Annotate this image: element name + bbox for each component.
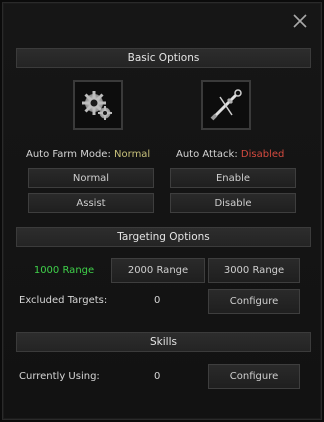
excluded-targets-label: Excluded Targets:: [19, 295, 108, 306]
targeting-options-header: Targeting Options: [16, 227, 311, 247]
basic-options-header: Basic Options: [16, 48, 311, 68]
currently-using-count: 0: [154, 371, 161, 382]
gears-icon: [82, 91, 112, 120]
auto-farm-icon-box: [73, 80, 123, 130]
skills-configure-label: Configure: [229, 371, 279, 382]
auto-farm-mode-text: Auto Farm Mode:: [26, 149, 111, 160]
range-2000-button[interactable]: 2000 Range: [111, 258, 205, 283]
skills-header: Skills: [16, 332, 311, 352]
excluded-targets-count: 0: [154, 295, 161, 306]
skills-configure-button[interactable]: Configure: [208, 364, 300, 389]
auto-attack-label: Auto Attack: Disabled: [176, 149, 284, 160]
assist-button-label: Assist: [76, 197, 106, 209]
targeting-options-title: Targeting Options: [117, 231, 210, 243]
auto-farm-mode-value: Normal: [114, 149, 151, 160]
skills-title: Skills: [150, 336, 177, 348]
normal-button-label: Normal: [72, 172, 110, 184]
auto-attack-text: Auto Attack:: [176, 149, 238, 160]
close-button[interactable]: [291, 12, 309, 30]
currently-using-label: Currently Using:: [19, 371, 100, 382]
close-icon: [293, 14, 307, 28]
auto-attack-icon-box: [201, 80, 251, 130]
enable-button[interactable]: Enable: [170, 168, 296, 188]
range-1000-button[interactable]: 1000 Range: [18, 258, 110, 283]
normal-button[interactable]: Normal: [28, 168, 154, 188]
auto-attack-value: Disabled: [240, 149, 285, 160]
disable-button-label: Disable: [214, 197, 252, 209]
targeting-configure-button[interactable]: Configure: [208, 289, 300, 314]
assist-button[interactable]: Assist: [28, 193, 154, 213]
range-2000-label: 2000 Range: [127, 265, 189, 276]
disable-button[interactable]: Disable: [170, 193, 296, 213]
basic-options-title: Basic Options: [127, 52, 200, 64]
enable-button-label: Enable: [215, 172, 251, 184]
auto-farm-window: Basic Options Auto Farm Mode: Normal Aut…: [2, 2, 322, 420]
sword-icon: [210, 89, 242, 121]
range-3000-button[interactable]: 3000 Range: [208, 258, 300, 283]
range-1000-label: 1000 Range: [33, 265, 95, 276]
auto-farm-mode-label: Auto Farm Mode: Normal: [26, 149, 150, 160]
range-3000-label: 3000 Range: [223, 265, 285, 276]
targeting-configure-label: Configure: [229, 296, 279, 307]
